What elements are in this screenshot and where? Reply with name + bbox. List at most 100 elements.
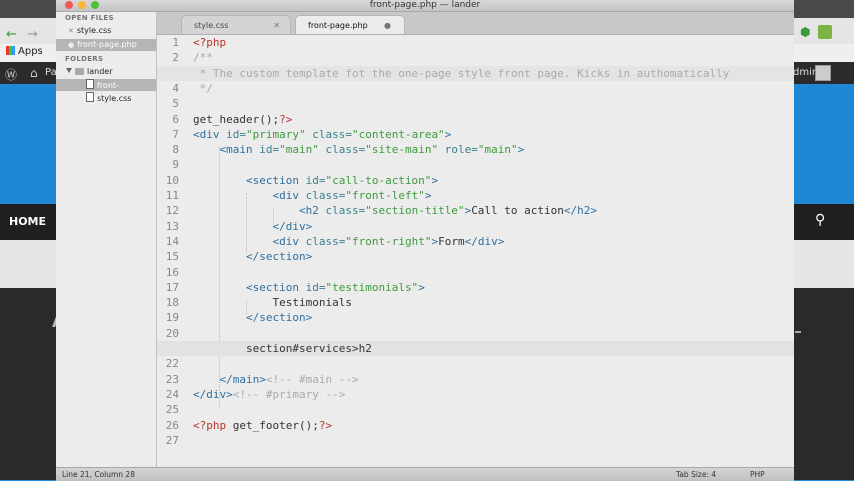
folder-file-style-css[interactable]: style.css (86, 92, 131, 104)
line-number: 17 (165, 280, 179, 294)
line-number: 10 (165, 173, 179, 187)
code-line-4: */ (193, 81, 213, 96)
code-token: </h2> (563, 204, 598, 218)
code-token: */ (193, 81, 213, 95)
code-line-21: section#services>h2 (193, 341, 372, 356)
bookmarks-apps[interactable]: Apps (6, 46, 43, 57)
editor-window: front-page.php — lander OPEN FILES ✕ styl… (56, 0, 794, 481)
code-editor[interactable]: 1234567891011121314151617181920212223242… (157, 35, 794, 467)
close-tab-icon[interactable]: ✕ (273, 16, 280, 35)
extension-2-icon[interactable] (818, 25, 832, 39)
line-number: 8 (172, 143, 179, 157)
nav-home[interactable]: HOME (9, 215, 46, 228)
code-token: <section (245, 173, 306, 187)
tab-label: style.css (194, 21, 229, 30)
window-title: front-page.php — lander (369, 0, 481, 10)
open-file-label: front-page.php (77, 40, 137, 49)
code-token: Form (438, 234, 465, 248)
code-line-2: /** (193, 50, 213, 65)
extension-icon[interactable]: ⬢ (800, 25, 810, 39)
avatar[interactable] (815, 65, 831, 81)
line-number: 26 (165, 418, 179, 432)
code-token: "section-title" (365, 204, 465, 218)
code-token: <!-- #primary --> (232, 387, 346, 401)
code-line-11: <div class="front-left"> (193, 188, 431, 203)
open-file-label: style.css (76, 26, 112, 35)
code-line-6: get_header();?> (193, 112, 292, 127)
line-number: 27 (165, 433, 179, 447)
code-token: > (444, 127, 452, 141)
code-line-18: Testimonials (193, 295, 351, 310)
code-token: * The custom template fot the one-page s… (193, 66, 730, 80)
line-number: 18 (165, 296, 179, 310)
code-token: "front-left" (345, 189, 425, 202)
line-number: 15 (165, 250, 179, 264)
code-token: </div> (464, 234, 505, 248)
code-token: class= (305, 234, 346, 248)
code-line-1: <?php (193, 35, 226, 50)
code-token: class= (325, 204, 366, 218)
code-token: id= (226, 127, 246, 141)
folder-file-label: style.css (97, 94, 132, 103)
code-token: <?php (193, 36, 227, 49)
open-file-front-page[interactable]: ● front-page.php (56, 39, 156, 51)
code-line-8: <main id="main" class="site-main" role="… (193, 142, 525, 157)
line-number: 1 (172, 36, 179, 49)
code-token: </div> (193, 387, 233, 401)
wordpress-logo-icon[interactable]: Ⓦ (5, 66, 17, 83)
home-icon[interactable]: ⌂ (30, 66, 38, 80)
folder-file-front-page[interactable]: front-page.php (56, 79, 156, 102)
code-token: Call to action (471, 204, 564, 218)
syntax-selector[interactable]: PHP (750, 468, 765, 481)
code-token: <?php (193, 418, 233, 432)
title-bar[interactable]: front-page.php — lander (56, 0, 794, 12)
code-token: id= (305, 280, 326, 294)
code-token: "main" (477, 143, 518, 157)
tab-bar: style.css ✕ front-page.php ● (157, 12, 794, 35)
tab-front-page[interactable]: front-page.php ● (295, 15, 405, 34)
code-token: get_footer(); (232, 418, 319, 432)
folder-label: lander (87, 67, 113, 76)
line-number: 19 (165, 311, 179, 325)
file-icon (86, 92, 94, 102)
code-line-14: <div class="front-right">Form</div> (193, 234, 504, 249)
unsaved-dot-icon[interactable]: ● (384, 16, 391, 35)
folder-lander[interactable]: lander (66, 66, 112, 78)
code-line-7: <div id="primary" class="content-area"> (193, 127, 451, 142)
disclosure-triangle-icon[interactable] (66, 68, 72, 73)
code-token: </main> (219, 372, 266, 386)
line-number: 4 (172, 81, 179, 95)
line-number: 16 (165, 265, 179, 279)
close-file-icon[interactable]: ✕ (68, 27, 74, 35)
line-number: 22 (165, 357, 179, 371)
cursor-position: Line 21, Column 28 (62, 470, 135, 479)
code-token: class= (305, 189, 346, 202)
apps-label: Apps (18, 46, 43, 57)
open-file-style-css[interactable]: ✕ style.css (56, 25, 156, 37)
code-token: role= (438, 143, 478, 157)
code-line-13: </div> (193, 219, 312, 234)
open-files-heading: OPEN FILES (65, 14, 114, 22)
browser-forward-icon[interactable]: → (27, 27, 38, 42)
code-line-24: </div><!-- #primary --> (193, 387, 345, 402)
search-icon[interactable]: ⚲ (815, 212, 825, 228)
code-line-12: <h2 class="section-title">Call to action… (193, 203, 597, 218)
tab-size-selector[interactable]: Tab Size: 4 (676, 468, 716, 481)
code-token: class= (318, 143, 366, 157)
browser-back-icon[interactable]: ← (6, 27, 17, 42)
tab-style-css[interactable]: style.css ✕ (181, 15, 291, 34)
line-number: 23 (165, 372, 179, 386)
line-number: 20 (165, 326, 179, 340)
modified-dot-icon[interactable]: ● (68, 41, 74, 49)
sidebar: OPEN FILES ✕ style.css ● front-page.php FO… (56, 12, 157, 467)
line-number: 25 (165, 403, 179, 417)
code-token: <div (272, 189, 306, 202)
folder-icon (75, 68, 84, 75)
code-line-3: * The custom template fot the one-page s… (193, 66, 730, 81)
line-number: 7 (172, 127, 179, 141)
code-token: /** (193, 51, 213, 65)
status-bar: Line 21, Column 28 Tab Size: 4 PHP (56, 467, 794, 481)
code-token: <h2 (298, 204, 326, 218)
code-line-19: </section> (193, 310, 312, 325)
line-number: 5 (172, 97, 179, 111)
